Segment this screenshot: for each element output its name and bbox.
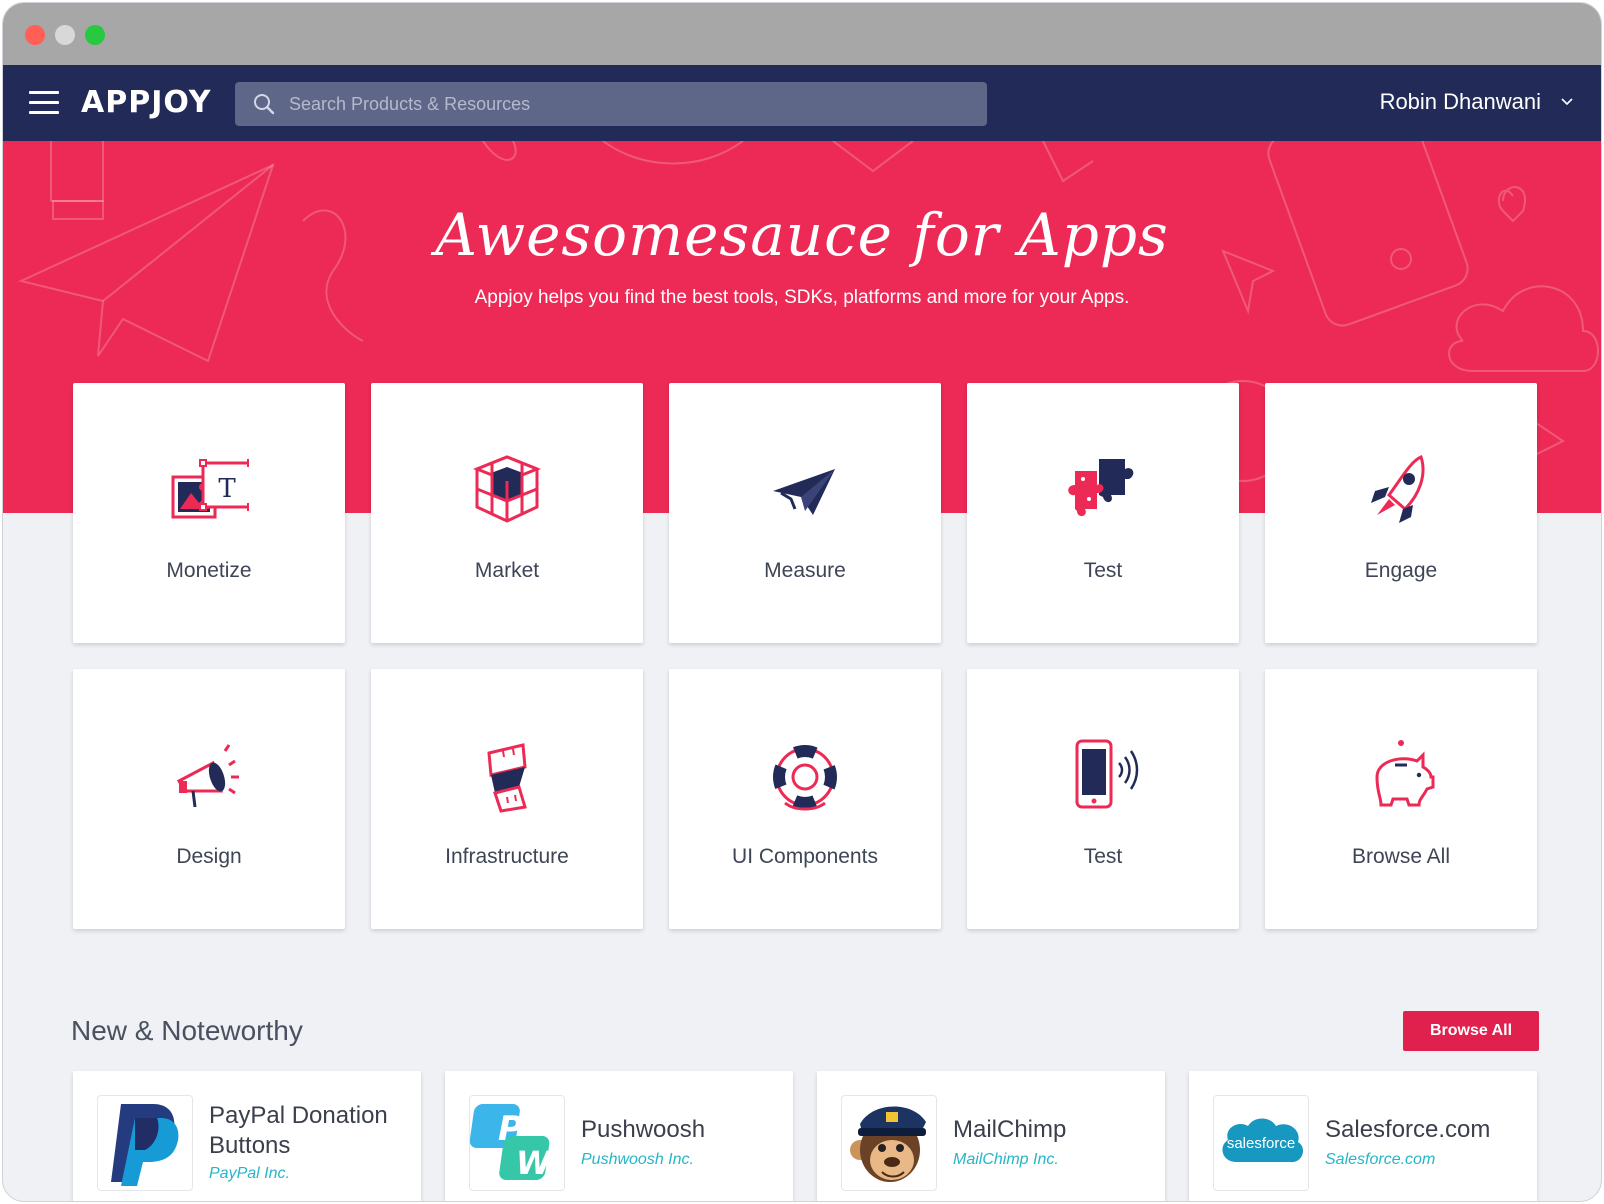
product-vendor[interactable]: PayPal Inc. (209, 1165, 290, 1183)
maximize-window-button[interactable] (85, 25, 105, 45)
category-label: Monetize (166, 559, 252, 582)
category-label: Test (1083, 559, 1123, 582)
salesforce-logo: salesforce (1213, 1095, 1309, 1191)
puzzle-icon (1068, 459, 1134, 517)
hero-subtitle: Appjoy helps you find the best tools, SD… (474, 287, 1130, 308)
category-label: Browse All (1351, 845, 1451, 868)
product-vendor[interactable]: MailChimp Inc. (953, 1151, 1059, 1169)
svg-text:salesforce: salesforce (1227, 1135, 1295, 1152)
product-vendor[interactable]: Salesforce.com (1325, 1151, 1435, 1169)
product-name: MailChimp (953, 1116, 1067, 1143)
user-name: Robin Dhanwani (1379, 89, 1541, 114)
category-card-monetize[interactable]: T Monetize (73, 383, 345, 643)
search-input[interactable] (289, 93, 929, 115)
category-card-ui-components[interactable]: UI Components (669, 669, 941, 929)
category-card-test-phone[interactable]: Test (967, 669, 1239, 929)
section-title: New & Noteworthy (71, 1015, 303, 1046)
category-card-browse-all[interactable]: Browse All (1265, 669, 1537, 929)
minimize-window-button[interactable] (55, 25, 75, 45)
window-chrome (3, 3, 1601, 65)
piggy-bank-icon (1375, 740, 1435, 807)
category-label: Test (1083, 845, 1123, 868)
phone-signal-icon (1075, 739, 1139, 809)
product-card-mailchimp[interactable]: MailChimp MailChimp Inc. (817, 1071, 1165, 1201)
menu-icon[interactable] (29, 91, 59, 115)
search-icon (254, 94, 275, 115)
svg-text:P: P (498, 1109, 523, 1149)
svg-text:T: T (218, 474, 236, 504)
mailchimp-logo (841, 1095, 937, 1191)
product-vendor[interactable]: Pushwoosh Inc. (581, 1151, 694, 1169)
user-menu[interactable]: Robin Dhanwani (1380, 89, 1573, 115)
product-card-salesforce[interactable]: salesforce Salesforce.com Salesforce.com (1189, 1071, 1537, 1201)
design-frame-icon: T (171, 459, 249, 519)
paper-plane-icon (773, 469, 835, 515)
category-grid: T Monetize Market Measure Test Engage De… (73, 383, 1539, 929)
top-navigation-bar: APPJOY Robin Dhanwani (3, 65, 1601, 141)
hero-title: Awesomesauce for Apps (435, 201, 1169, 269)
box-icon (472, 455, 542, 523)
product-list: PayPal Donation Buttons PayPal Inc. P W … (73, 1071, 1539, 1201)
product-name: Salesforce.com (1325, 1116, 1491, 1143)
megaphone-icon (176, 744, 239, 808)
browse-all-button[interactable]: Browse All (1403, 1011, 1539, 1051)
category-card-test[interactable]: Test (967, 383, 1239, 643)
tape-measure-icon (487, 743, 527, 813)
lifebuoy-icon (773, 745, 837, 811)
product-card-paypal[interactable]: PayPal Donation Buttons PayPal Inc. (73, 1071, 421, 1201)
category-card-market[interactable]: Market (371, 383, 643, 643)
search-bar[interactable] (235, 82, 987, 126)
category-label: Market (474, 559, 540, 582)
product-name: Pushwoosh (581, 1116, 706, 1143)
category-card-measure[interactable]: Measure (669, 383, 941, 643)
category-card-infrastructure[interactable]: Infrastructure (371, 669, 643, 929)
product-card-pushwoosh[interactable]: P W Pushwoosh Pushwoosh Inc. (445, 1071, 793, 1201)
paypal-logo (97, 1095, 193, 1191)
category-label: Engage (1364, 559, 1438, 582)
category-label: Infrastructure (445, 845, 569, 868)
pushwoosh-logo: P W (469, 1095, 565, 1191)
category-label: Design (176, 845, 242, 868)
category-label: Measure (764, 559, 846, 582)
svg-text:W: W (516, 1144, 553, 1182)
category-card-engage[interactable]: Engage (1265, 383, 1537, 643)
product-name: PayPal Donation Buttons (209, 1102, 388, 1159)
browser-window: APPJOY Robin Dhanwani (2, 2, 1602, 1202)
category-label: UI Components (732, 845, 878, 868)
chevron-down-icon (1561, 98, 1573, 106)
rocket-icon (1371, 455, 1425, 523)
appjoy-logo[interactable]: APPJOY (81, 85, 212, 120)
category-card-design[interactable]: Design (73, 669, 345, 929)
close-window-button[interactable] (25, 25, 45, 45)
